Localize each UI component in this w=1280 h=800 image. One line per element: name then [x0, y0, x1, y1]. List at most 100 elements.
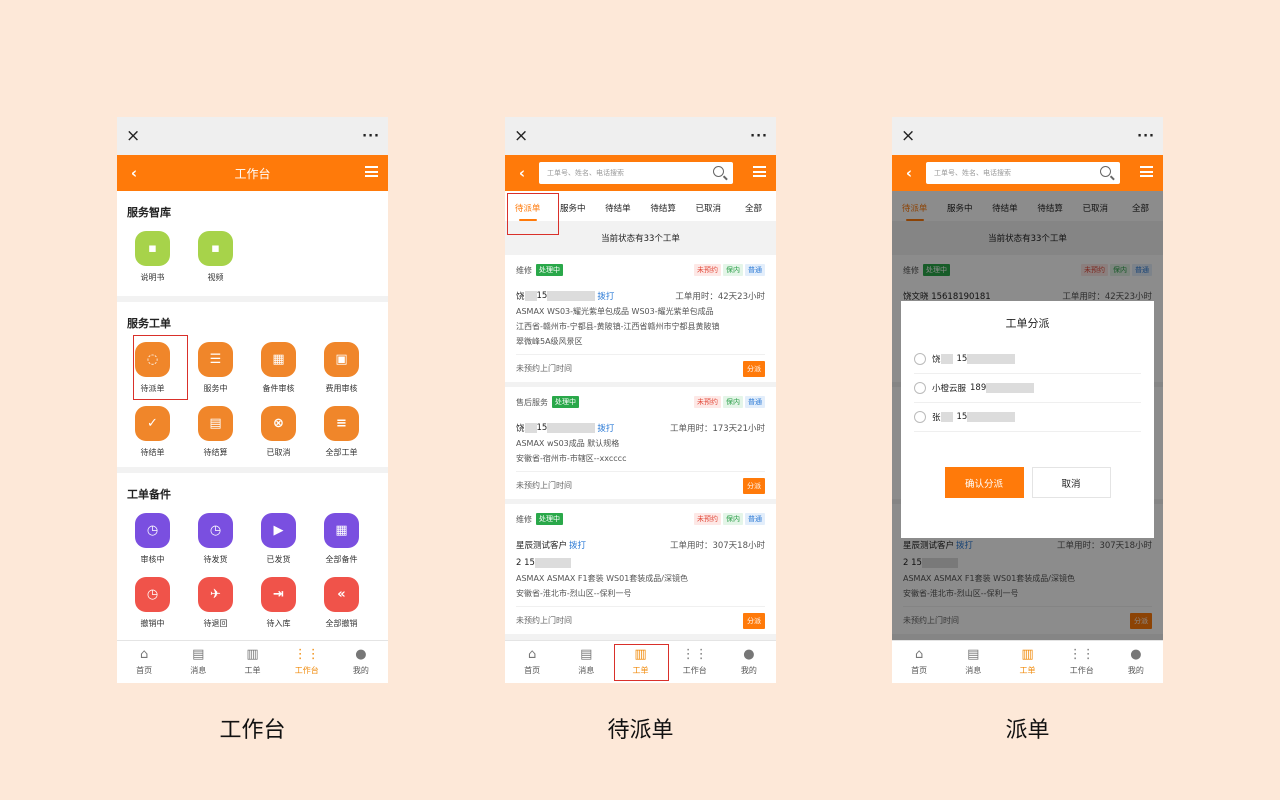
assignee-option[interactable]: 小橙云服 189 [914, 374, 1141, 403]
customer-phone: 15 [536, 291, 548, 301]
grid-item-label: 待发货 [203, 555, 228, 564]
tab-mine[interactable]: ● 我的 [722, 641, 776, 683]
grid-item-1-7[interactable]: ≡ 全部工单 [310, 406, 373, 458]
mine-icon: ● [355, 647, 367, 662]
section-parts: 工单备件 ◷ 审核中 ◷ 待发货 ▶ 已发货 ▦ 全部备件 ◷ 撤销中 ✈ 待退回 ⇥ 待入库 « 全部撤销 [117, 473, 388, 643]
more-icon[interactable]: ··· [362, 129, 380, 144]
tab-workorder[interactable]: ▥ 工单 [225, 641, 279, 683]
tab-message[interactable]: ▤ 消息 [946, 641, 1000, 683]
grid-item-1-3[interactable]: ▣ 费用审核 [310, 342, 373, 394]
grid-item-2-5[interactable]: ✈ 待退回 [184, 577, 247, 629]
grid-item-2-2[interactable]: ▶ 已发货 [247, 513, 310, 565]
tab-mine[interactable]: ● 我的 [1109, 641, 1163, 683]
status-tab-5[interactable]: 全部 [731, 191, 776, 221]
wechat-bar: × ··· [892, 117, 1163, 155]
page-title: 工作台 [234, 166, 271, 181]
grid-item-0-0[interactable]: ▪ 说明书 [121, 231, 184, 283]
grid-item-2-1[interactable]: ◷ 待发货 [184, 513, 247, 565]
tab-label: 首页 [136, 666, 153, 675]
back-icon[interactable]: ‹ [892, 164, 926, 182]
assignee-phone: 15 [956, 412, 968, 422]
call-link[interactable]: 拨打 [597, 290, 614, 302]
dispatch-button[interactable]: 分派 [743, 360, 765, 377]
order-card[interactable]: 售后服务处理中 未预约保内普通饶 15 拨打 工单用时：173天21小时 ASMAX wS… [505, 387, 776, 499]
grid-item-2-4[interactable]: ◷ 撤销中 [121, 577, 184, 629]
radio-button[interactable] [914, 353, 926, 365]
workbench-icon: ⋮⋮ [681, 647, 708, 662]
tag: 未预约 [694, 264, 721, 276]
tab-workbench[interactable]: ⋮⋮ 工作台 [668, 641, 722, 683]
tab-home[interactable]: ⌂ 首页 [117, 641, 171, 683]
elapsed-time: 工单用时：173天21小时 [669, 424, 765, 434]
search-icon[interactable] [1100, 166, 1111, 177]
grid-item-1-5[interactable]: ▤ 待结算 [184, 406, 247, 458]
dialog-title: 工单分派 [1005, 317, 1050, 330]
order-type: 维修 [516, 514, 532, 524]
grid-item-icon: ✓ [135, 406, 170, 441]
status-tab-3[interactable]: 待结算 [641, 191, 686, 221]
close-icon[interactable]: × [901, 127, 915, 145]
grid-item-2-7[interactable]: « 全部撤销 [310, 577, 373, 629]
more-icon[interactable]: ··· [1137, 129, 1155, 144]
grid-item-2-3[interactable]: ▦ 全部备件 [310, 513, 373, 565]
menu-icon[interactable] [365, 166, 378, 177]
assignee-option[interactable]: 张 15 [914, 403, 1141, 432]
assignee-phone: 189 [970, 383, 987, 393]
status-tab-4[interactable]: 已取消 [686, 191, 731, 221]
assignee-option[interactable]: 饶 15 [914, 345, 1141, 374]
masked-text [524, 423, 537, 433]
order-card[interactable]: 维修处理中 未预约保内普通星辰测试客户拨打 工单用时：307天18小时 2 15 ASM… [505, 504, 776, 634]
tab-label: 首页 [911, 666, 928, 675]
call-link[interactable]: 拨打 [569, 539, 586, 551]
grid-item-0-1[interactable]: ▪ 视频 [184, 231, 247, 283]
call-link[interactable]: 拨打 [597, 422, 614, 434]
menu-icon[interactable] [753, 166, 766, 177]
mine-icon: ● [743, 647, 755, 662]
search-input[interactable]: 工单号、姓名、电话搜索 [539, 162, 733, 184]
order-card[interactable]: 维修 处理中 未预约 保内 普通饶 15 拨打 工单用时：42天23小时 ASMAX WS03-… [505, 255, 776, 382]
card-tags: 未预约保内普通 [694, 513, 765, 525]
close-icon[interactable]: × [126, 127, 140, 145]
back-icon[interactable]: ‹ [505, 164, 539, 182]
close-icon[interactable]: × [514, 127, 528, 145]
customer-name: 饶 [516, 292, 525, 302]
grid-item-label: 说明书 [140, 273, 165, 282]
tab-home[interactable]: ⌂ 首页 [892, 641, 946, 683]
visit-time: 未预约上门时间 [516, 481, 572, 490]
grid-item-1-6[interactable]: ⊗ 已取消 [247, 406, 310, 458]
grid-item-icon: ⊗ [261, 406, 296, 441]
radio-button[interactable] [914, 382, 926, 394]
grid-item-1-2[interactable]: ▦ 备件审核 [247, 342, 310, 394]
radio-button[interactable] [914, 411, 926, 423]
grid-item-1-1[interactable]: ☰ 服务中 [184, 342, 247, 394]
tab-workorder[interactable]: ▥ 工单 [1000, 641, 1054, 683]
masked-text [967, 354, 1016, 364]
tab-home[interactable]: ⌂ 首页 [505, 641, 559, 683]
search-input[interactable]: 工单号、姓名、电话搜索 [926, 162, 1120, 184]
order-detail: ASMAX wS03成品 默认规格 [516, 439, 620, 448]
status-tab-2[interactable]: 待结单 [595, 191, 640, 221]
confirm-dispatch-button[interactable]: 确认分派 [944, 467, 1024, 498]
grid-item-label: 备件审核 [262, 384, 295, 393]
message-icon: ▤ [192, 647, 205, 662]
back-icon[interactable]: ‹ [117, 164, 151, 182]
caption-workbench: 工作台 [219, 718, 286, 743]
visit-time: 未预约上门时间 [516, 364, 572, 373]
tab-workbench[interactable]: ⋮⋮ 工作台 [1055, 641, 1109, 683]
tab-message[interactable]: ▤ 消息 [559, 641, 613, 683]
dispatch-button[interactable]: 分派 [743, 477, 765, 494]
tab-workbench[interactable]: ⋮⋮ 工作台 [280, 641, 334, 683]
grid-item-1-4[interactable]: ✓ 待结单 [121, 406, 184, 458]
tab-message[interactable]: ▤ 消息 [171, 641, 225, 683]
menu-icon[interactable] [1140, 166, 1153, 177]
dispatch-button[interactable]: 分派 [743, 612, 765, 629]
grid-item-2-0[interactable]: ◷ 审核中 [121, 513, 184, 565]
grid-item-2-6[interactable]: ⇥ 待入库 [247, 577, 310, 629]
cancel-button[interactable]: 取消 [1031, 467, 1111, 498]
search-icon[interactable] [713, 166, 724, 177]
tab-label: 消息 [190, 666, 207, 675]
more-icon[interactable]: ··· [750, 129, 768, 144]
customer-row: 饶 15 拨打 工单用时：173天21小时 [516, 421, 765, 435]
grid-item-icon: ▦ [324, 513, 359, 548]
tab-mine[interactable]: ● 我的 [334, 641, 388, 683]
